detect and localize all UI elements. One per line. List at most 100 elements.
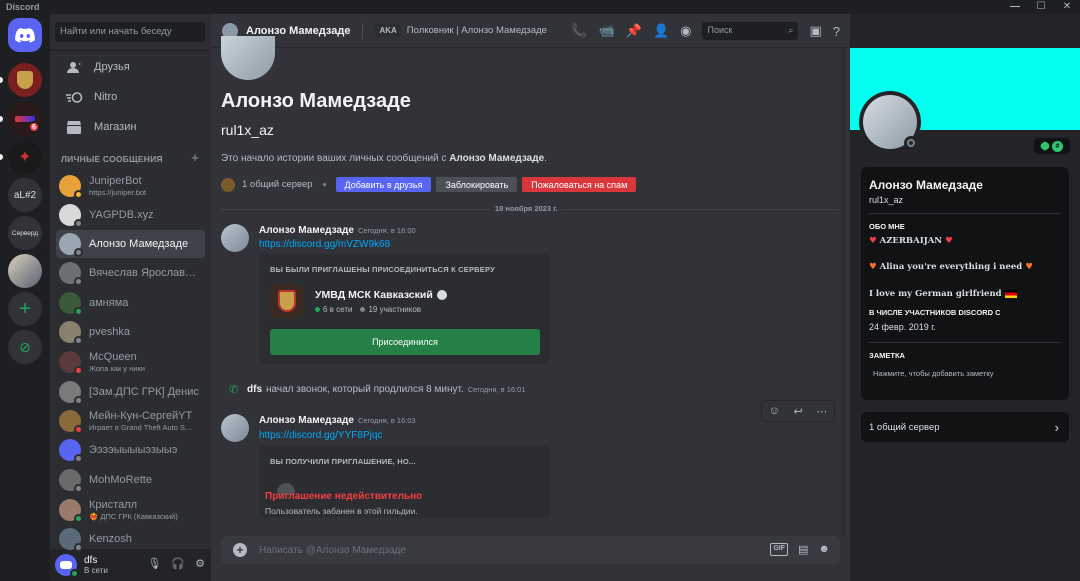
profile-panel: # Алонзо Мамедзаде rul1x_az ОБО МНЕ ♥ AZ… [850,14,1080,581]
inbox-icon[interactable]: ▣ [809,23,821,39]
guild-icon [270,284,304,318]
add-friend-icon[interactable]: 👤 [653,23,669,39]
dm-name: Kenzosh [89,532,132,545]
gif-button[interactable]: GIF [770,543,789,556]
status-icon [74,454,83,463]
gear-icon[interactable]: ⚙ [195,557,205,570]
dm-item[interactable]: MohMoRette [56,466,205,494]
nav-nitro[interactable]: Nitro [56,84,205,110]
maximize-button[interactable]: ☐ [1028,0,1054,14]
dm-item[interactable]: McQueen Жопа как у ники [56,348,205,376]
heart-icon: ♥ [869,236,877,246]
video-call-icon[interactable]: 📹 [599,23,615,39]
joined-button[interactable]: Присоединился [270,329,540,355]
close-button[interactable]: ✕ [1054,0,1080,14]
voice-call-icon[interactable]: 📞 [571,23,587,39]
avatar [59,410,83,434]
user-profile-icon[interactable]: ◉ [680,23,691,39]
avatar[interactable] [55,554,79,578]
create-dm-button[interactable]: + [191,150,199,165]
bio-line: ♥ Alina you're everything i need ♥ [869,262,1033,272]
nav-friends[interactable]: Друзья [56,54,205,80]
aka-tag: AKA [375,24,401,37]
server-icon[interactable] [8,254,42,288]
intro-name: Алонзо Мамедзаде [221,90,411,112]
home-button[interactable] [8,18,42,52]
server-icon[interactable]: aL#2 [8,178,42,212]
server-icon[interactable] [8,63,42,97]
headphones-icon[interactable]: 🎧 [171,557,185,570]
conversation-search-input[interactable]: Найти или начать беседу [55,22,205,42]
minimize-button[interactable]: — [1002,0,1028,14]
tag-badge-icon[interactable]: # [1052,140,1063,152]
dm-item[interactable]: Kenzosh [56,525,205,553]
title-bar: Discord — ☐ ✕ [0,0,1080,14]
more-icon[interactable]: ⋯ [816,405,827,418]
sticker-icon[interactable]: ▤ [798,543,808,556]
divider [362,22,364,39]
status-icon [74,336,83,345]
upload-plus-icon[interactable]: + [233,543,247,557]
online-dot-icon [315,307,320,312]
verified-icon [436,290,447,300]
dm-item[interactable]: амняма [56,289,205,317]
emoji-icon[interactable]: ☻ [818,543,830,556]
reply-icon[interactable]: ↩ [794,405,803,418]
avatar [59,528,83,552]
help-icon[interactable]: ? [833,24,840,39]
dm-item[interactable]: JuniperBot https://juniper.bot [56,172,205,200]
status-online-icon [70,569,79,578]
status-icon [74,484,83,493]
message-composer[interactable]: + Написать @Алонзо Мамедзаде GIF ▤ ☻ [221,536,840,564]
profile-avatar[interactable] [859,91,921,153]
mutual-servers-link[interactable]: 1 общий сервер [242,179,313,190]
mutual-servers-button[interactable]: 1 общий сервер › [861,412,1069,442]
member-since-date: 24 февр. 2019 г. [869,322,936,332]
nav-shop[interactable]: Магазин [56,114,205,140]
message-input[interactable]: Написать @Алонзо Мамедзаде [259,545,406,556]
explore-button[interactable]: ⊘ [8,330,42,364]
block-button[interactable]: Заблокировать [436,177,518,192]
emblem-icon [278,290,296,312]
dm-name: MohMoRette [89,473,152,486]
server-icon[interactable]: ✦ [8,140,42,174]
microphone-icon[interactable]: 🎙 [147,557,161,570]
header-search-input[interactable]: Поиск ⌕ [702,22,799,40]
bio-line: ♥ AZERBAIJAN ♥ [869,236,953,246]
scrollbar[interactable] [841,48,846,536]
server-icon[interactable]: Серверд [8,216,42,250]
nitro-icon [62,91,86,103]
dm-item[interactable]: Алонзо Мамедзаде [56,230,205,258]
avatar[interactable] [221,414,249,442]
plus-icon: + [19,297,31,320]
invite-link[interactable]: https://discord.gg/mVZW9k68 [259,239,390,250]
dm-item[interactable]: Мейн-Кун-СергейYT Играет в Grand Theft Au… [56,407,205,435]
status-icon [74,248,83,257]
message-header: Алонзо Мамедзаде Сегодня, в 16:03 [259,415,416,426]
report-spam-button[interactable]: Пожаловаться на спам [522,177,637,192]
chat-title[interactable]: Алонзо Мамедзаде [246,25,350,37]
dm-item[interactable]: [Зам.ДПС ГРК] Денис [56,378,205,406]
dm-item[interactable]: YAGPDB.xyz [56,201,205,229]
unread-pill [0,116,3,122]
phone-icon: ✆ [229,384,239,396]
add-friend-button[interactable]: Добавить в друзья [335,177,432,192]
dm-name: [Зам.ДПС ГРК] Денис [89,385,199,398]
add-reaction-icon[interactable]: ☺ [769,405,780,417]
dm-item[interactable]: Вячеслав Ярославович [56,259,205,287]
dm-name: амняма [89,296,129,309]
invite-link[interactable]: https://discord.gg/YYF8Pjqc [259,430,382,441]
note-input[interactable]: Нажмите, чтобы добавить заметку [873,369,994,378]
fire-heart-icon: ♥ [1025,262,1033,272]
pin-icon[interactable]: 📌 [626,23,642,39]
invalid-invite-title: Приглашение недействительно [265,491,423,502]
eagle-icon: ✦ [18,149,32,166]
member-since-header: В ЧИСЛЕ УЧАСТНИКОВ DISCORD С [869,308,1001,317]
avatar[interactable] [221,224,249,252]
dm-item[interactable]: Кристалл ❤️‍🔥 ДПС ГРК (Кавказский) [56,496,205,524]
dm-item[interactable]: Ээээыыыыэзыыэ [56,436,205,464]
add-server-button[interactable]: + [8,292,42,326]
avatar [59,351,83,375]
dm-item[interactable]: pveshka [56,318,205,346]
hypesquad-badge-icon[interactable] [1039,140,1051,152]
